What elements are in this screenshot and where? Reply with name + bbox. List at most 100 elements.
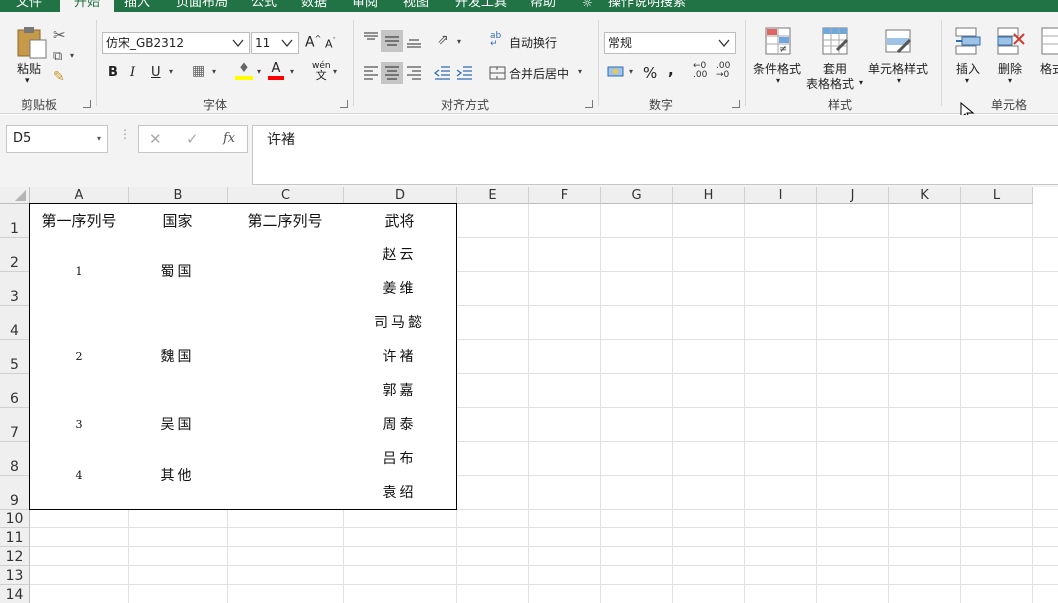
align-bottom-icon[interactable] xyxy=(405,32,423,50)
general-cell[interactable]: 吕布 xyxy=(343,441,457,476)
column-header-f[interactable]: F xyxy=(529,187,601,204)
delete-cells-dropdown[interactable]: ▾ xyxy=(1008,76,1012,85)
name-box[interactable]: D5 ▾ xyxy=(6,125,108,153)
format-as-table-dropdown[interactable]: ▾ xyxy=(859,78,863,87)
conditional-formatting-label[interactable]: 条件格式 xyxy=(753,60,801,77)
header-cell[interactable]: 武将 xyxy=(343,203,457,238)
orientation-icon[interactable]: ⇗ xyxy=(437,32,449,48)
conditional-formatting-icon[interactable]: ≠ xyxy=(764,26,794,62)
format-painter-icon[interactable]: ✎ xyxy=(53,69,65,85)
general-cell[interactable]: 袁绍 xyxy=(343,475,457,510)
insert-cells-label[interactable]: 插入 xyxy=(956,60,980,77)
decrease-decimal-icon[interactable]: .00 →0 xyxy=(716,62,730,80)
general-cell[interactable]: 许褚 xyxy=(343,339,457,374)
tab-home[interactable]: 开始 xyxy=(60,0,115,12)
name-box-dropdown[interactable]: ▾ xyxy=(97,126,101,152)
cell-styles-label[interactable]: 单元格样式 xyxy=(868,60,928,77)
row-header-6[interactable]: 6 xyxy=(0,374,30,408)
accounting-format-icon[interactable] xyxy=(607,64,625,80)
seq-cell[interactable]: 1 xyxy=(29,237,129,306)
orientation-dropdown[interactable]: ▾ xyxy=(457,37,461,46)
delete-cells-label[interactable]: 删除 xyxy=(998,60,1022,77)
underline-button[interactable]: U xyxy=(151,65,161,80)
cut-icon[interactable]: ✂ xyxy=(53,26,66,44)
seq-cell[interactable]: 2 xyxy=(29,305,129,408)
align-top-icon[interactable] xyxy=(362,30,380,48)
row-header-1[interactable]: 1 xyxy=(0,204,30,238)
column-header-j[interactable]: J xyxy=(817,187,889,204)
align-left-icon[interactable] xyxy=(362,64,380,82)
conditional-formatting-dropdown[interactable]: ▾ xyxy=(776,76,780,85)
column-header-g[interactable]: G xyxy=(601,187,673,204)
tab-help[interactable]: 帮助 xyxy=(530,0,556,12)
row-header-9[interactable]: 9 xyxy=(0,476,30,510)
merge-center-button[interactable]: 合并后居中 xyxy=(509,65,569,82)
row-header-12[interactable]: 12 xyxy=(0,547,30,566)
tab-review[interactable]: 审阅 xyxy=(352,0,378,12)
increase-font-size-button[interactable]: A^ xyxy=(305,34,321,51)
column-header-i[interactable]: I xyxy=(745,187,817,204)
row-header-2[interactable]: 2 xyxy=(0,238,30,272)
bold-button[interactable]: B xyxy=(108,65,118,80)
cancel-icon[interactable]: ✕ xyxy=(149,130,162,148)
align-center-icon[interactable] xyxy=(381,62,403,84)
accounting-dropdown[interactable]: ▾ xyxy=(629,67,633,76)
header-cell[interactable]: 第一序列号 xyxy=(29,203,129,238)
comma-style-button[interactable]: , xyxy=(668,61,674,79)
second-seq-cell[interactable] xyxy=(227,475,344,510)
enter-check-icon[interactable]: ✓ xyxy=(186,130,199,148)
copy-icon[interactable]: ⧉ xyxy=(53,49,62,64)
format-as-table-icon[interactable] xyxy=(821,26,851,62)
row-header-10[interactable]: 10 xyxy=(0,510,30,528)
row-header-7[interactable]: 7 xyxy=(0,408,30,442)
second-seq-cell[interactable] xyxy=(227,271,344,306)
underline-dropdown[interactable]: ▾ xyxy=(169,67,173,76)
delete-cells-icon[interactable] xyxy=(996,26,1026,62)
increase-decimal-icon[interactable]: ←0.00 xyxy=(693,62,707,80)
country-cell[interactable]: 魏国 xyxy=(128,305,228,408)
header-cell[interactable]: 第二序列号 xyxy=(227,203,344,238)
align-middle-icon[interactable] xyxy=(381,30,403,52)
row-header-8[interactable]: 8 xyxy=(0,442,30,476)
fill-color-dropdown[interactable]: ▾ xyxy=(257,67,261,76)
column-header-h[interactable]: H xyxy=(673,187,745,204)
tab-file[interactable]: 文件 xyxy=(16,0,42,12)
align-right-icon[interactable] xyxy=(405,64,423,82)
column-header-d[interactable]: D xyxy=(344,187,457,204)
tab-data[interactable]: 数据 xyxy=(301,0,327,12)
formula-input[interactable]: 许褚 xyxy=(252,125,1058,185)
border-icon[interactable]: ▦ xyxy=(192,63,205,79)
second-seq-cell[interactable] xyxy=(227,407,344,442)
country-cell[interactable]: 吴国 xyxy=(128,407,228,442)
second-seq-cell[interactable] xyxy=(227,373,344,408)
tab-insert[interactable]: 插入 xyxy=(124,0,150,12)
copy-dropdown[interactable]: ▾ xyxy=(70,51,74,60)
cell-styles-icon[interactable] xyxy=(884,26,914,62)
column-header-c[interactable]: C xyxy=(228,187,344,204)
column-header-e[interactable]: E xyxy=(457,187,529,204)
insert-cells-dropdown[interactable]: ▾ xyxy=(965,76,969,85)
font-color-button[interactable]: A xyxy=(268,61,284,80)
column-header-k[interactable]: K xyxy=(889,187,961,204)
decrease-font-size-button[interactable]: Aˇ xyxy=(325,37,336,51)
clipboard-launcher-icon[interactable] xyxy=(83,100,91,108)
number-format-combo[interactable]: 常规 xyxy=(604,32,736,54)
font-size-combo[interactable]: 11 xyxy=(251,32,299,54)
italic-button[interactable]: I xyxy=(130,65,135,80)
border-dropdown[interactable]: ▾ xyxy=(212,67,216,76)
general-cell[interactable]: 司马懿 xyxy=(343,305,457,340)
font-launcher-icon[interactable] xyxy=(340,100,348,108)
fill-color-button[interactable]: ♦ xyxy=(235,61,253,80)
tab-view[interactable]: 视图 xyxy=(403,0,429,12)
select-all-corner[interactable] xyxy=(0,187,30,204)
tell-me-search[interactable]: 操作说明搜索 xyxy=(608,0,686,12)
number-launcher-icon[interactable] xyxy=(732,100,740,108)
format-as-table-label-2[interactable]: 表格格式 xyxy=(806,75,854,92)
row-header-11[interactable]: 11 xyxy=(0,528,30,547)
paste-button[interactable] xyxy=(14,26,48,64)
increase-indent-icon[interactable] xyxy=(455,64,473,82)
column-header-l[interactable]: L xyxy=(961,187,1033,204)
second-seq-cell[interactable] xyxy=(227,339,344,374)
insert-function-button[interactable]: fx xyxy=(223,131,235,146)
merge-dropdown[interactable]: ▾ xyxy=(578,67,582,76)
